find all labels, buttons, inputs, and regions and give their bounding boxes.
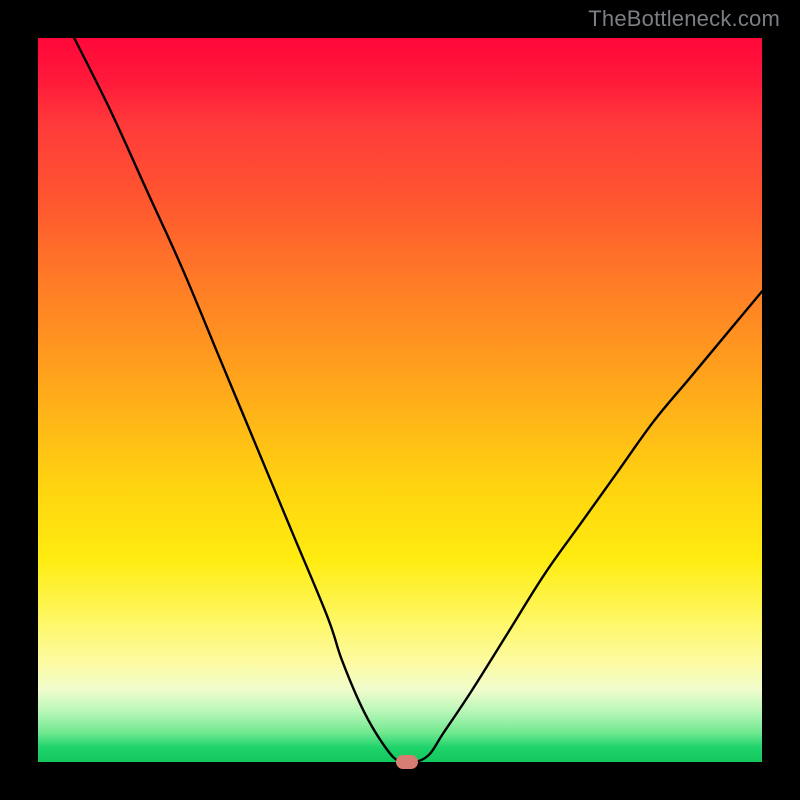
watermark-text: TheBottleneck.com	[588, 6, 780, 32]
bottleneck-curve	[38, 38, 762, 762]
chart-frame: TheBottleneck.com	[0, 0, 800, 800]
plot-area	[38, 38, 762, 762]
optimal-point-marker	[396, 755, 418, 769]
